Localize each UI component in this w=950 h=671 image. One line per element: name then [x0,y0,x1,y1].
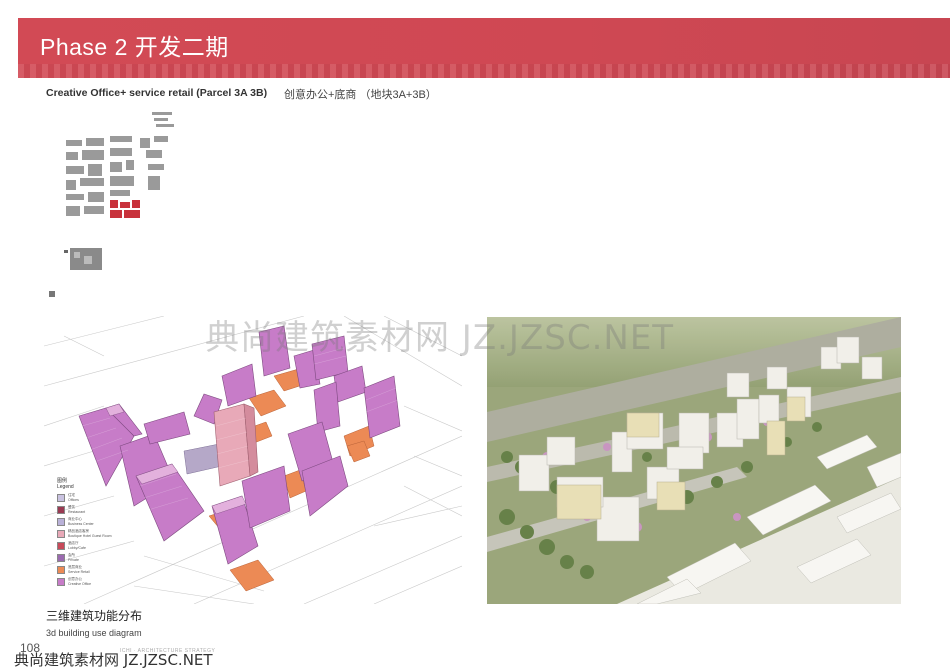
legend-item: 底层商业 Service Retail [57,565,127,574]
watermark-center: 典尚建筑素材网 JZ.JZSC.NET [205,318,675,358]
legend-item: 酒店厅 Lobby/Cafe [57,541,127,550]
legend-swatch [57,506,65,514]
legend-item: 精品酒店客房 Boutique Hotel Guest Room [57,529,127,538]
diagram-caption-cn: 三维建筑功能分布 [46,609,143,623]
legend-swatch [57,530,65,538]
legend-label-en: Private [68,557,79,562]
legend-label-en: Service Retail [68,569,90,574]
diagram-caption-en: 3d building use diagram [46,628,142,638]
legend-item: 住宅 Offices [57,493,127,502]
legend-label-cn: 住宅 [68,493,75,497]
diagram-legend: 图例 Legend 住宅 Offices 餐饮 Restaurant 商业中心 Bus… [57,478,127,586]
header-banner-texture [18,64,950,78]
legend-item: 商业中心 Business Center [57,517,127,526]
site-plan-thumbnail [66,112,174,218]
legend-swatch [57,578,65,586]
aerial-rendering [487,317,901,604]
subtitle-chinese: 创意办公+底商 （地块3A+3B） [284,89,437,101]
legend-label-cn: 商业中心 [68,517,82,521]
legend-label-en: Restaurant [68,509,86,514]
legend-label-en: Lobby/Cafe [68,545,86,550]
legend-label-cn: 餐饮 [68,505,75,509]
legend-item: 会所 Private [57,553,127,562]
legend-label-en: Offices [68,497,79,502]
legend-label-cn: 精品酒店客房 [68,529,89,533]
page-title: Phase 2 开发二期 [40,34,229,60]
plan-marker [49,291,55,297]
legend-label-cn: 酒店厅 [68,541,79,545]
legend-label-en: Business Center [68,521,94,526]
watermark-bottom: 典尚建筑素材网 JZ.JZSC.NET [14,651,213,669]
legend-swatch [57,554,65,562]
legend-swatch [57,542,65,550]
legend-swatch [57,518,65,526]
legend-label-cn: 底层商业 [68,565,82,569]
subtitle-english: Creative Office+ service retail (Parcel … [46,87,268,99]
legend-label-en: Boutique Hotel Guest Room [68,533,112,538]
site-plan-detail [64,248,102,270]
legend-item: 创意办公 Creative Office [57,577,127,586]
legend-label-cn: 会所 [68,553,75,557]
legend-item: 餐饮 Restaurant [57,505,127,514]
legend-label-cn: 创意办公 [68,577,82,581]
legend-title-en: Legend [57,484,74,490]
legend-swatch [57,566,65,574]
legend-swatch [57,494,65,502]
legend-label-en: Creative Office [68,581,92,586]
